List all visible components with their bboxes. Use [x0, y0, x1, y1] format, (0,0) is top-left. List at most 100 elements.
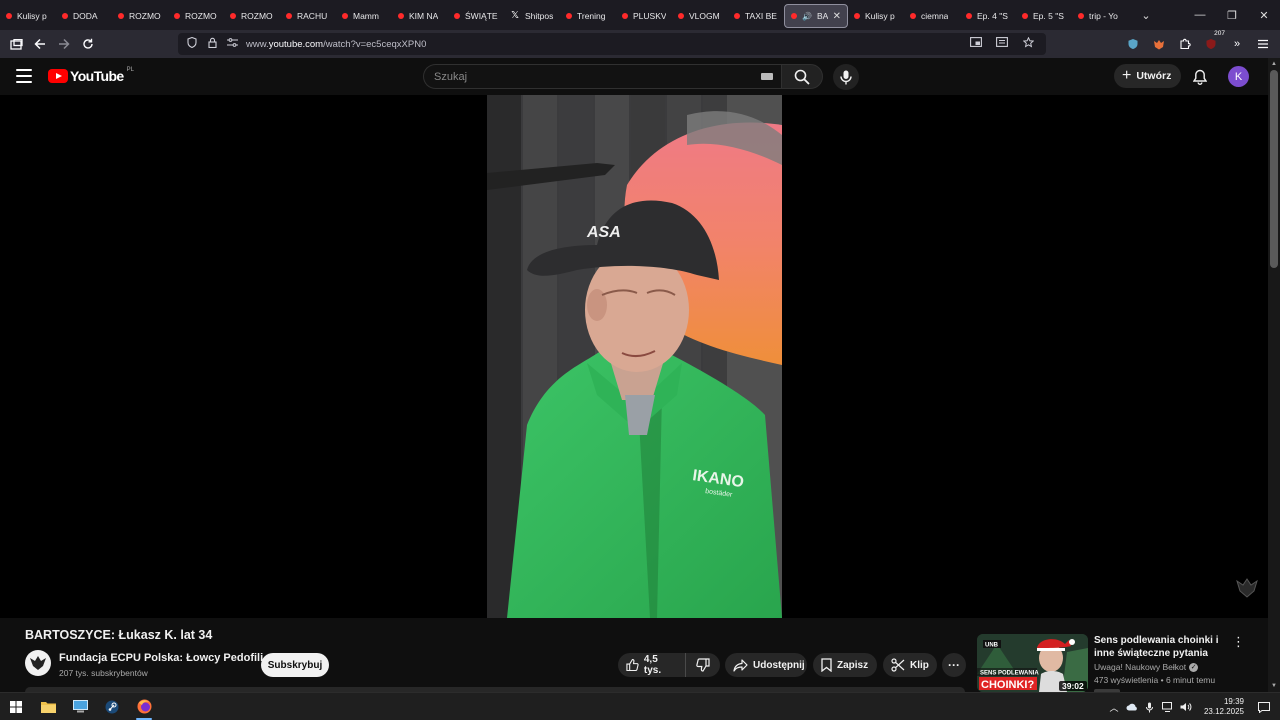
scroll-down-arrow-icon[interactable]: ▼ [1270, 682, 1278, 690]
create-button[interactable]: + Utwórz [1114, 64, 1182, 88]
youtube-favicon-icon [910, 13, 916, 19]
browser-tab[interactable]: TAXI BE [728, 4, 784, 28]
youtube-favicon-icon [791, 13, 797, 19]
window-controls: — ❐ ✕ [1184, 0, 1280, 30]
steam-icon[interactable] [96, 693, 128, 720]
notifications-bell-icon[interactable] [1190, 67, 1210, 87]
subscribe-button[interactable]: Subskrybuj [261, 653, 329, 677]
youtube-favicon-icon [398, 13, 404, 19]
browser-tab[interactable]: Kulisy p [848, 4, 904, 28]
save-button[interactable]: Zapisz [813, 653, 877, 677]
browser-tab[interactable]: ROZMO [224, 4, 280, 28]
tab-list-chevron-icon[interactable]: ⌄ [1136, 9, 1156, 22]
browser-tab-active[interactable]: 🔊BAR✕ [784, 4, 848, 28]
lock-icon[interactable] [204, 37, 220, 51]
overflow-chevrons-icon[interactable]: » [1228, 35, 1246, 53]
duration-badge: 39:02 [1059, 681, 1087, 691]
sidebar-toggle-icon[interactable] [4, 32, 28, 56]
channel-avatar[interactable] [25, 650, 51, 676]
app-menu-icon[interactable] [1254, 35, 1272, 53]
close-window-icon[interactable]: ✕ [1248, 0, 1280, 30]
account-avatar[interactable]: K [1228, 66, 1249, 87]
channel-watermark-icon[interactable] [1235, 577, 1259, 599]
bookmark-star-icon[interactable] [1020, 36, 1036, 51]
browser-tab[interactable]: ROZMO [112, 4, 168, 28]
scroll-up-arrow-icon[interactable]: ▲ [1270, 60, 1278, 68]
firefox-icon[interactable] [128, 693, 160, 720]
more-actions-icon[interactable]: ··· [942, 653, 966, 677]
taskbar-clock[interactable]: 19:39 23.12.2025 [1198, 697, 1250, 717]
browser-tab[interactable]: 𝕏 Shitpos [504, 4, 560, 28]
share-button[interactable]: Udostępnij [725, 653, 807, 677]
recommended-more-icon[interactable]: ⋮ [1232, 633, 1245, 651]
show-hidden-icons-chevron[interactable]: ︿ [1108, 701, 1120, 713]
browser-tab[interactable]: ciemna [904, 4, 960, 28]
this-pc-icon[interactable] [64, 693, 96, 720]
onedrive-cloud-icon[interactable] [1126, 701, 1138, 713]
keyboard-icon[interactable] [761, 73, 773, 80]
scissors-icon [891, 658, 905, 672]
speaker-icon[interactable]: 🔊 [802, 12, 812, 21]
browser-tab[interactable]: ROZMO [168, 4, 224, 28]
recommended-video-title[interactable]: Sens podlewania choinki i inne świąteczn… [1094, 634, 1226, 660]
extensions-puzzle-icon[interactable] [1176, 35, 1194, 53]
page-scrollbar[interactable]: ▲ ▼ [1268, 58, 1280, 692]
permissions-icon[interactable] [224, 38, 240, 50]
x-favicon-icon: 𝕏 [510, 10, 520, 21]
clip-button[interactable]: Klip [883, 653, 937, 677]
browser-tab[interactable]: RACHU [280, 4, 336, 28]
microphone-tray-icon[interactable] [1144, 701, 1156, 713]
browser-tab[interactable]: Mamm [336, 4, 392, 28]
browser-tab[interactable]: trip - Yo [1072, 4, 1128, 28]
reload-icon[interactable] [76, 32, 100, 56]
reader-view-icon[interactable] [994, 37, 1010, 51]
browser-tab[interactable]: KIM NA [392, 4, 448, 28]
channel-name[interactable]: Fundacja ECPU Polska: Łowcy Pedofili [59, 652, 263, 664]
like-button[interactable]: 4,5 tys. [618, 653, 686, 677]
video-still-image: ASA IKANO bostäder [487, 95, 782, 618]
search-input[interactable]: Szukaj [423, 64, 781, 89]
browser-tab[interactable]: PLUSKV [616, 4, 672, 28]
restore-icon[interactable]: ❐ [1216, 0, 1248, 30]
guide-menu-icon[interactable] [16, 69, 32, 83]
browser-tab[interactable]: ŚWIĄTE [448, 4, 504, 28]
youtube-play-logo-icon [48, 69, 68, 83]
video-player[interactable]: ASA IKANO bostäder [0, 95, 1268, 618]
fox-extension-icon[interactable] [1150, 35, 1168, 53]
thumb-big-text: CHOINKI? [981, 679, 1034, 691]
youtube-logo[interactable]: YouTube PL [48, 67, 134, 84]
verified-check-icon: ✓ [1189, 662, 1199, 672]
vpn-extension-icon[interactable] [1124, 35, 1142, 53]
picture-in-picture-icon[interactable] [968, 37, 984, 51]
browser-tab[interactable]: VLOGM [672, 4, 728, 28]
thumbs-up-icon [626, 658, 639, 672]
scrollbar-thumb[interactable] [1270, 70, 1278, 268]
close-tab-icon[interactable]: ✕ [833, 11, 841, 22]
browser-tab[interactable]: Trening [560, 4, 616, 28]
microphone-icon [840, 70, 852, 84]
file-explorer-icon[interactable] [32, 693, 64, 720]
shield-icon[interactable] [184, 36, 200, 51]
volume-icon[interactable] [1180, 701, 1192, 713]
back-arrow-icon[interactable] [28, 32, 52, 56]
recommended-channel[interactable]: Uwaga! Naukowy Bełkot ✓ [1094, 662, 1199, 672]
youtube-favicon-icon [622, 13, 628, 19]
video-frame[interactable]: ASA IKANO bostäder [487, 95, 782, 618]
voice-search-button[interactable] [833, 64, 859, 90]
browser-tab[interactable]: Ep. 5 "S [1016, 4, 1072, 28]
youtube-favicon-icon [566, 13, 572, 19]
notification-center-icon[interactable] [1256, 699, 1272, 715]
browser-tab[interactable]: DODA [56, 4, 112, 28]
dislike-button[interactable] [686, 653, 720, 677]
network-monitor-icon[interactable] [1161, 701, 1174, 713]
minimize-icon[interactable]: — [1184, 0, 1216, 30]
browser-tab[interactable]: Ep. 4 "S [960, 4, 1016, 28]
youtube-header: YouTube PL Szukaj + Utwórz [0, 58, 1268, 95]
search-button[interactable] [781, 64, 823, 89]
url-bar[interactable]: www.youtube.com/watch?v=ec5ceqxXPN0 [178, 33, 1046, 55]
browser-tab[interactable]: Kulisy p [0, 4, 56, 28]
youtube-favicon-icon [6, 13, 12, 19]
ublock-extension-icon[interactable]: 207 [1202, 30, 1226, 53]
forward-arrow-icon[interactable] [52, 32, 76, 56]
windows-start-icon[interactable] [0, 693, 32, 720]
